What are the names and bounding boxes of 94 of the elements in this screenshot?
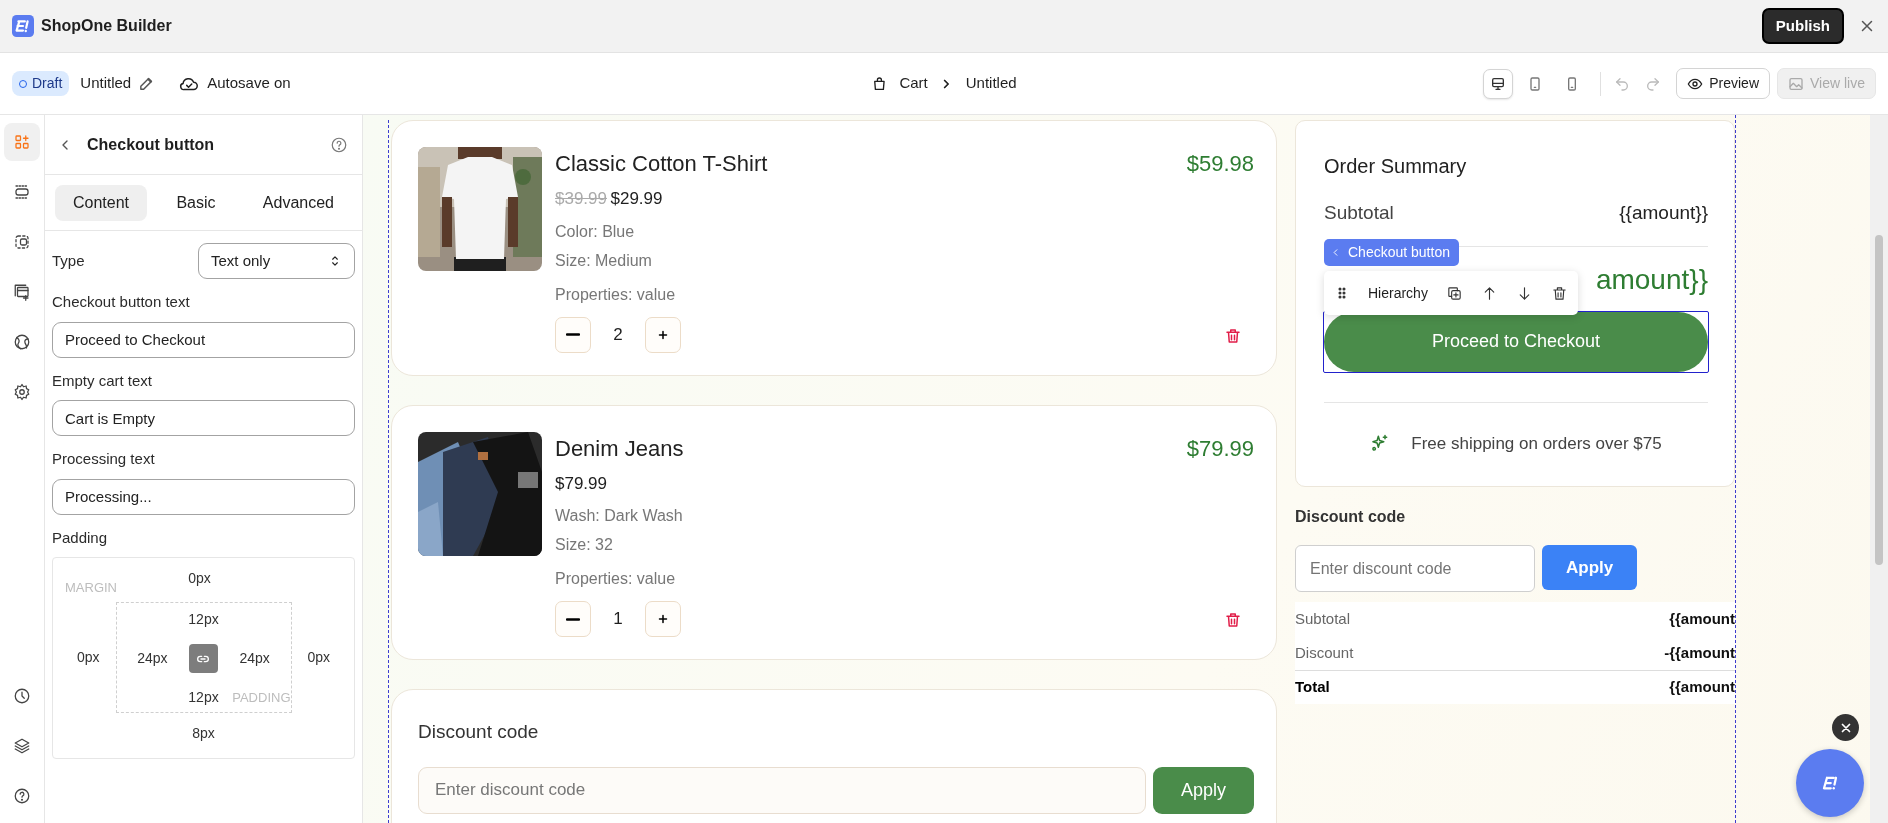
section-title: Discount code [418, 720, 540, 744]
product-option: Size: Medium [555, 248, 1187, 273]
increase-button[interactable] [645, 601, 681, 637]
history-icon [13, 687, 31, 705]
text-field[interactable]: Processing... [52, 478, 355, 515]
apply-button[interactable]: Apply [1152, 766, 1254, 814]
spacing-value[interactable]: 0px [77, 647, 100, 668]
product-name: Denim Jeans [555, 434, 685, 463]
product-name: Classic Cotton T-Shirt [555, 150, 769, 178]
bag-icon [871, 75, 888, 92]
quantity-value: 2 [612, 323, 624, 346]
field-label: Padding [52, 527, 109, 548]
minus-icon [566, 333, 580, 336]
checkout-button[interactable]: Proceed to Checkout [1324, 311, 1708, 372]
link-toggle[interactable] [189, 644, 218, 673]
publish-button[interactable]: Publish [1761, 7, 1844, 45]
status-badge: Draft [12, 71, 70, 96]
text-field[interactable]: Proceed to Checkout [52, 321, 355, 358]
help-icon[interactable] [330, 135, 348, 154]
summary-value: {{amount [1669, 608, 1735, 629]
item-price: $29.99 [610, 188, 663, 210]
compare-price: $39.99 [555, 188, 607, 210]
pages-icon [13, 283, 31, 301]
elements-icon [13, 133, 31, 151]
duplicate-icon[interactable] [1445, 284, 1463, 302]
product-option: Size: 32 [555, 533, 1187, 557]
panel-tab[interactable]: Advanced [244, 184, 352, 221]
summary-value: {{amount}} [1619, 201, 1708, 225]
margin-label: MARGIN [65, 579, 117, 590]
close-button[interactable] [1832, 714, 1859, 741]
quantity-value: 1 [612, 608, 624, 631]
plus-icon [656, 612, 670, 626]
breadcrumb-item[interactable]: Untitled [965, 72, 1017, 95]
type-select[interactable]: Text only [198, 243, 355, 279]
product-option: Wash: Dark Wash [555, 504, 1187, 528]
page-name: Untitled [80, 73, 132, 94]
spacing-value[interactable]: 24px [239, 648, 270, 669]
help-icon [13, 787, 31, 805]
increase-button[interactable] [645, 316, 681, 353]
text-field[interactable]: Cart is Empty [52, 400, 355, 436]
product-option: Color: Blue [555, 219, 1187, 244]
product-properties: Properties: value [555, 284, 677, 305]
app-title: ShopOne Builder [41, 16, 172, 36]
spacing-value[interactable]: 12px [188, 609, 219, 630]
panel-title: Checkout button [87, 134, 216, 155]
section-title: Discount code [1295, 507, 1407, 527]
spacing-value[interactable]: 24px [137, 648, 168, 669]
trash-icon[interactable] [1550, 284, 1568, 302]
padding-label: PADDING [232, 688, 291, 707]
decrease-button[interactable] [555, 316, 591, 353]
summary-label: Discount [1295, 642, 1354, 663]
line-total: $79.99 [1186, 434, 1254, 463]
scrollbar[interactable] [1870, 115, 1888, 823]
selection-tag[interactable]: Checkout button [1324, 239, 1459, 266]
globe-icon [13, 333, 31, 351]
summary-label: Subtotal [1324, 201, 1394, 225]
settings-icon [13, 383, 31, 401]
hierarchy-button[interactable]: Hierarchy [1368, 282, 1428, 304]
panel-tab[interactable]: Content [55, 184, 148, 221]
components-icon [13, 233, 31, 251]
spacing-value[interactable]: 8px [192, 723, 215, 744]
preview-button[interactable]: Preview [1676, 68, 1770, 99]
breadcrumb-item[interactable]: Cart [899, 72, 928, 95]
discount-field[interactable]: Enter discount code [1295, 545, 1535, 592]
panel-tab[interactable]: Basic [158, 184, 234, 221]
summary-value: -{{amount [1664, 642, 1735, 663]
item-price: $79.99 [555, 472, 607, 495]
field-label: Type [52, 250, 85, 271]
spacing-value[interactable]: 0px [307, 647, 330, 668]
discount-field[interactable]: Enter discount code [418, 766, 1146, 814]
chat-button[interactable] [1796, 749, 1864, 817]
desktop-icon [1490, 75, 1507, 92]
spacing-value[interactable]: 12px [188, 687, 219, 708]
summary-title: Order Summary [1324, 154, 1468, 179]
field-label: Empty cart text [52, 370, 154, 391]
field-label: Checkout button text [52, 292, 191, 312]
shipping-note: Free shipping on orders over $75 [1411, 432, 1662, 455]
image-icon [1788, 75, 1804, 92]
layers-icon [13, 737, 31, 755]
summary-label: Total [1295, 677, 1330, 698]
spacing-value[interactable]: 0px [188, 568, 211, 590]
summary-value: {{amount [1669, 677, 1735, 698]
logo-icon [12, 15, 34, 37]
decrease-button[interactable] [555, 601, 591, 637]
line-total: $59.98 [1186, 150, 1254, 178]
apply-button[interactable]: Apply [1542, 545, 1638, 590]
total-value: amount}} [1595, 262, 1708, 297]
sections-icon [13, 183, 31, 201]
product-properties: Properties: value [555, 569, 677, 589]
summary-label: Subtotal [1295, 608, 1351, 629]
autosave-status: Autosave on [207, 73, 291, 94]
field-label: Processing text [52, 449, 156, 469]
device-toggle[interactable] [1483, 68, 1514, 99]
minus-icon [566, 617, 580, 621]
